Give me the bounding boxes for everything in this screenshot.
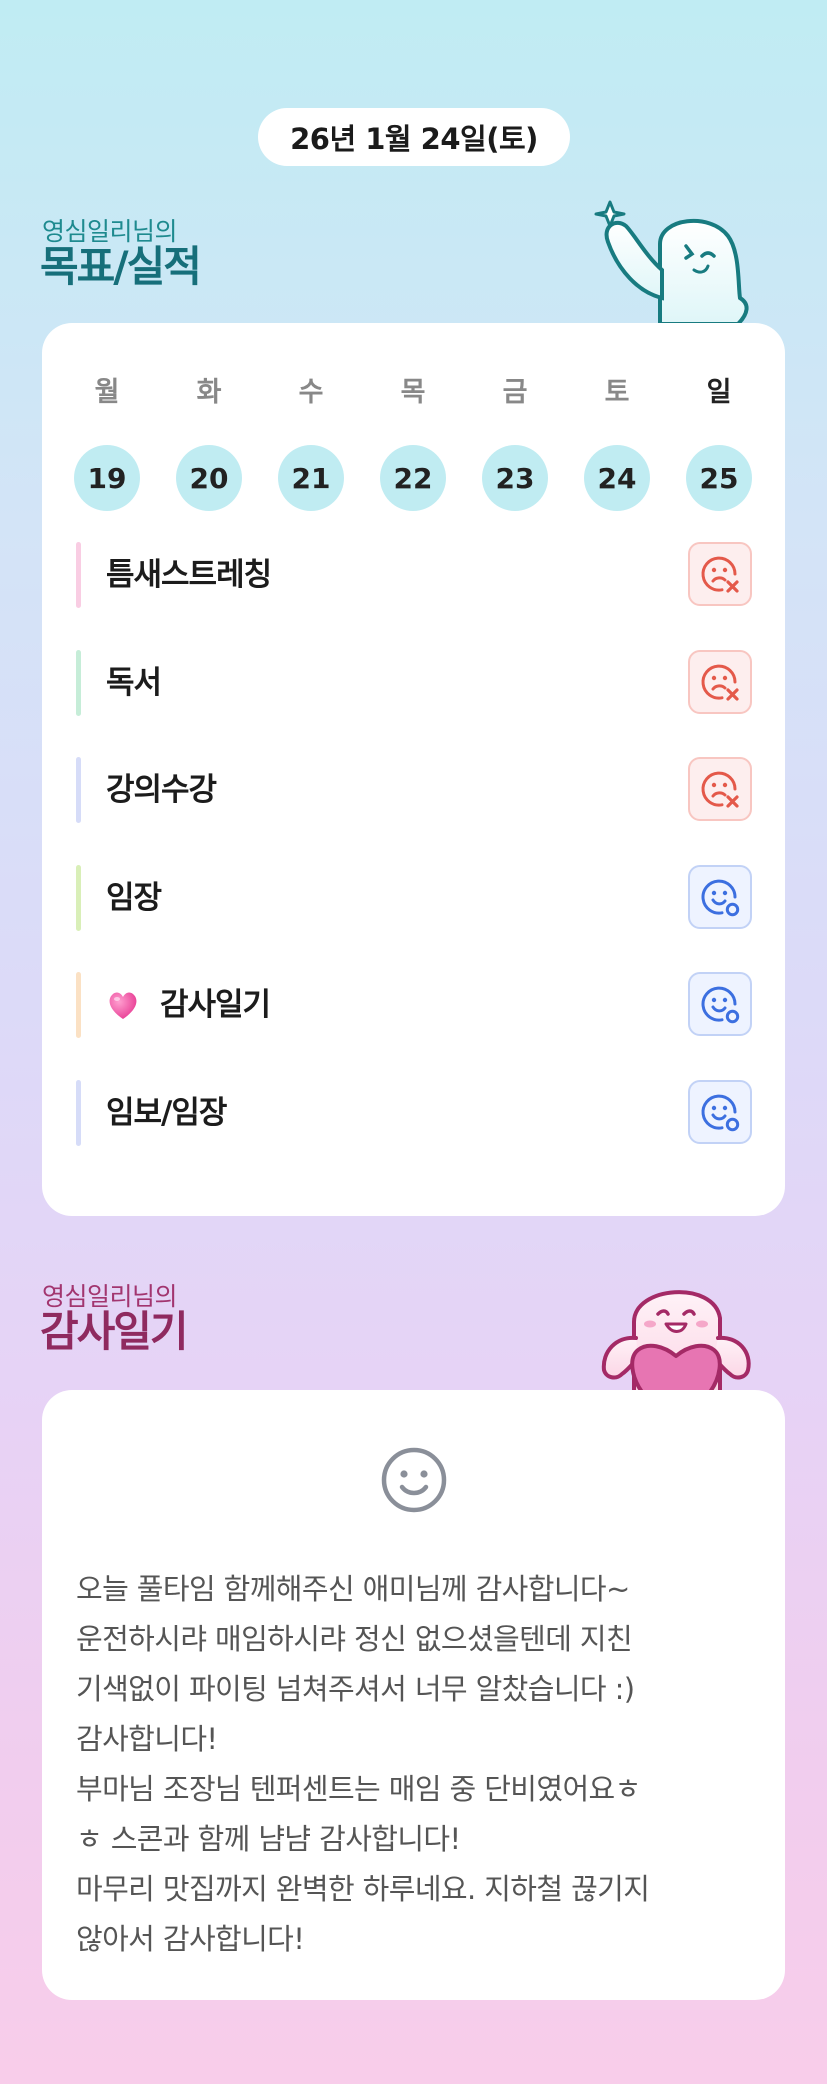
status-fail-button[interactable] xyxy=(688,757,752,821)
day-column-sun[interactable]: 일 25 xyxy=(686,375,752,511)
sad-face-x-icon xyxy=(701,664,739,701)
goal-color-bar xyxy=(76,972,81,1038)
date-pill: 26년 1월 24일(토) xyxy=(258,108,570,166)
date-circle: 21 xyxy=(278,445,344,511)
goal-row[interactable]: 임장 xyxy=(76,865,752,931)
date-circle: 20 xyxy=(176,445,242,511)
gratitude-text: 오늘 풀타임 함께해주신 애미님께 감사합니다~ 운전하시랴 매임하시랴 정신 … xyxy=(76,1572,650,1956)
goals-card: 월 19 화 20 수 21 목 22 금 23 토 24 일 25 틈새스트레… xyxy=(42,323,785,1216)
date-circle: 24 xyxy=(584,445,650,511)
date-circle: 23 xyxy=(482,445,548,511)
goal-row[interactable]: 감사일기 xyxy=(76,972,752,1038)
goal-color-bar xyxy=(76,757,81,823)
goal-label: 임보/임장 xyxy=(106,1095,227,1131)
goal-label: 틈새스트레칭 xyxy=(106,557,272,593)
day-name: 목 xyxy=(400,377,426,408)
status-fail-button[interactable] xyxy=(688,542,752,606)
smile-face-o-icon xyxy=(701,1094,740,1132)
goal-row[interactable]: 강의수강 xyxy=(76,757,752,823)
date-circle: 19 xyxy=(74,445,140,511)
date-label: 26년 1월 24일(토) xyxy=(290,122,538,156)
day-column-thu[interactable]: 목 22 xyxy=(380,375,446,511)
day-column-mon[interactable]: 월 19 xyxy=(74,375,140,511)
smile-face-icon xyxy=(381,1447,447,1513)
status-success-button[interactable] xyxy=(688,972,752,1036)
status-fail-button[interactable] xyxy=(688,650,752,714)
day-name: 월 xyxy=(94,377,120,408)
day-name: 토 xyxy=(604,377,630,408)
date-circle: 22 xyxy=(380,445,446,511)
goal-color-bar xyxy=(76,542,81,608)
day-column-tue[interactable]: 화 20 xyxy=(176,375,242,511)
day-column-wed[interactable]: 수 21 xyxy=(278,375,344,511)
teal-mascot-icon xyxy=(594,200,749,324)
goals-title: 목표/실적 xyxy=(40,242,202,291)
sad-face-x-icon xyxy=(701,556,739,593)
day-column-sat[interactable]: 토 24 xyxy=(584,375,650,511)
goal-label: 감사일기 xyxy=(160,987,271,1023)
day-column-fri[interactable]: 금 23 xyxy=(482,375,548,511)
day-name: 화 xyxy=(196,377,222,408)
heart-emoji-icon xyxy=(109,992,137,1019)
pink-mascot-icon xyxy=(601,1290,751,1392)
sad-face-x-icon xyxy=(701,771,739,808)
goal-label: 임장 xyxy=(106,880,162,916)
smile-face-o-icon xyxy=(701,879,740,917)
status-success-button[interactable] xyxy=(688,1080,752,1144)
goal-color-bar xyxy=(76,650,81,716)
day-name: 수 xyxy=(298,377,324,408)
goal-label: 독서 xyxy=(106,665,162,701)
day-name: 금 xyxy=(502,377,528,408)
goal-row[interactable]: 독서 xyxy=(76,650,752,716)
goal-color-bar xyxy=(76,1080,81,1146)
date-circle: 25 xyxy=(686,445,752,511)
goal-row[interactable]: 틈새스트레칭 xyxy=(76,542,752,608)
goal-label: 강의수강 xyxy=(106,772,217,808)
status-success-button[interactable] xyxy=(688,865,752,929)
goal-color-bar xyxy=(76,865,81,931)
goal-row[interactable]: 임보/임장 xyxy=(76,1080,752,1146)
smile-face-o-icon xyxy=(701,986,740,1024)
gratitude-card: 오늘 풀타임 함께해주신 애미님께 감사합니다~ 운전하시랴 매임하시랴 정신 … xyxy=(42,1390,785,2000)
gratitude-title: 감사일기 xyxy=(40,1307,189,1356)
day-name: 일 xyxy=(706,377,732,408)
